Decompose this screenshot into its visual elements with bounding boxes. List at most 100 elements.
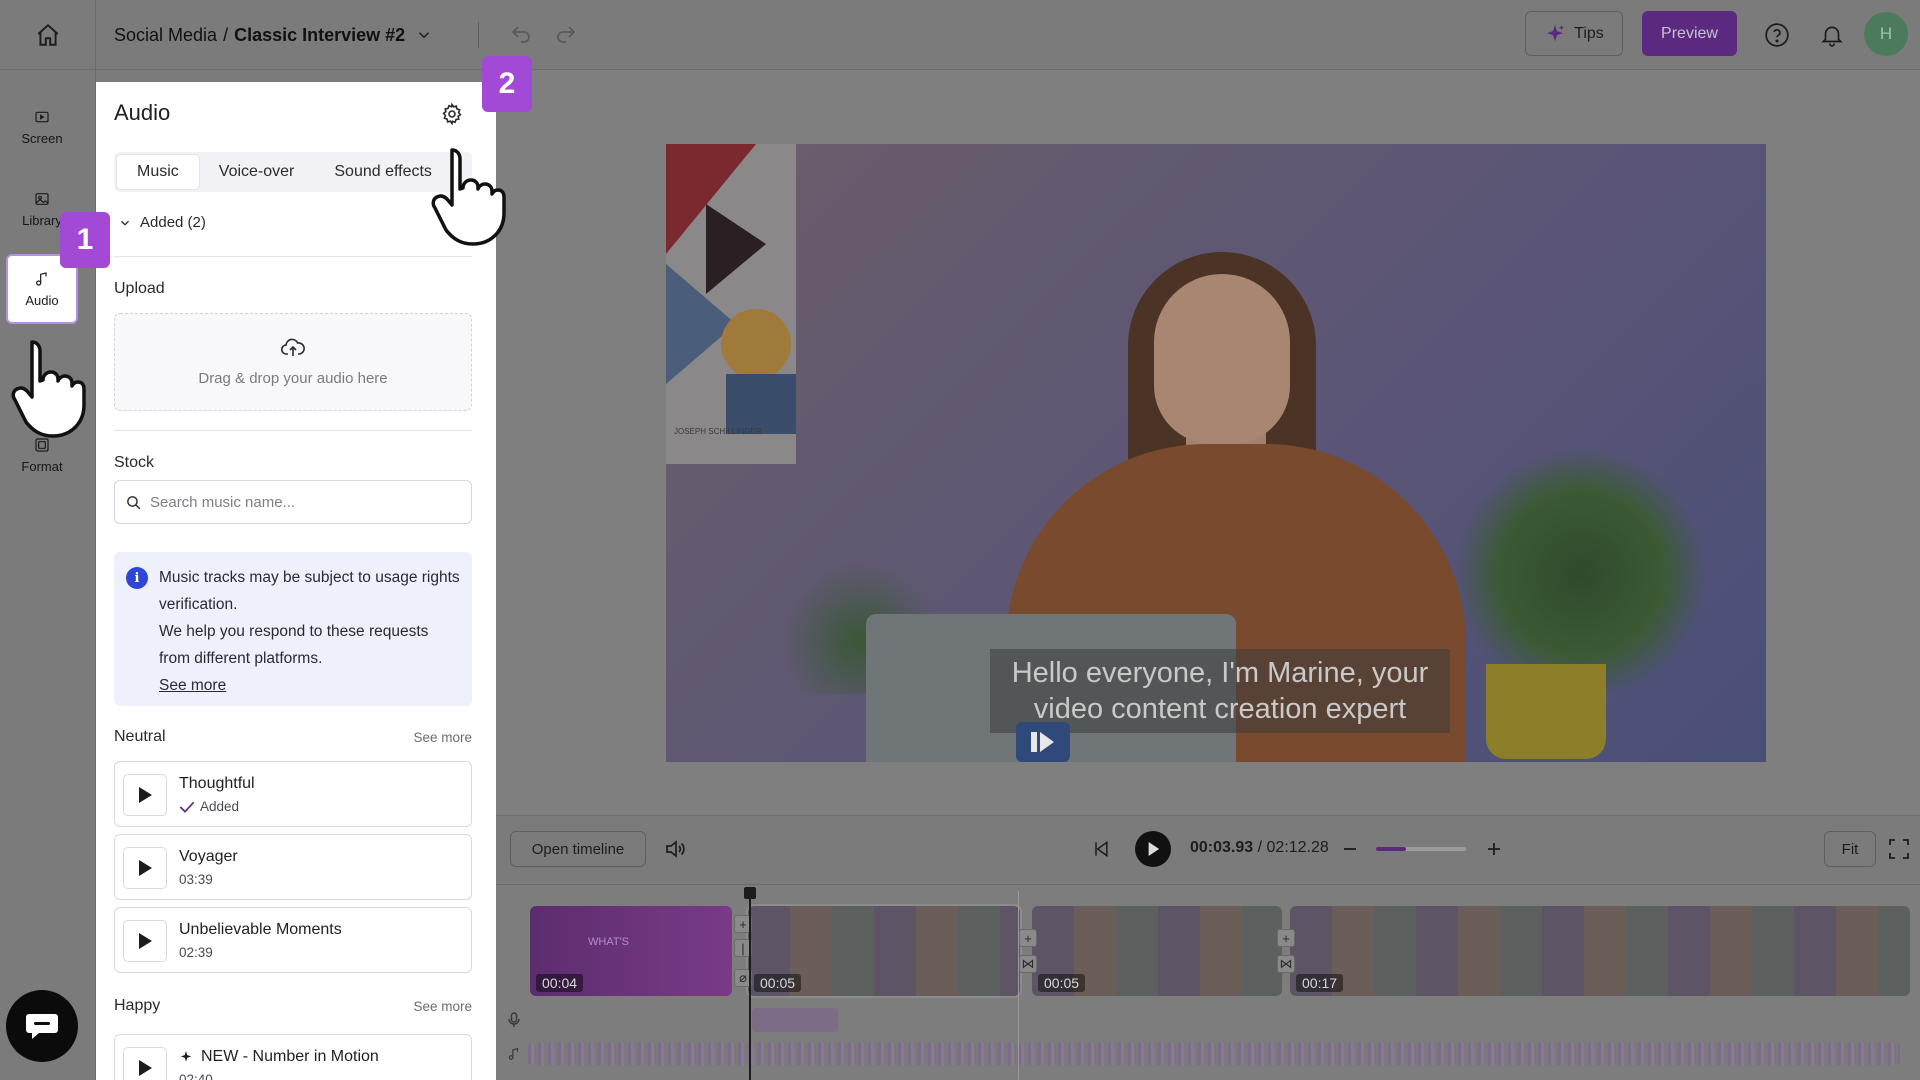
timeline-clip[interactable]: 00:05 <box>1032 906 1282 996</box>
playback-controls: Open timeline 00:03.93 / 02:12.28 Fit <box>496 815 1920 885</box>
project-parent: Social Media <box>114 24 218 45</box>
play-icon <box>139 933 152 949</box>
timeline-clip[interactable]: WHAT'S 00:04 <box>530 906 732 996</box>
zoom-out-button[interactable] <box>1336 834 1364 864</box>
group-name: Happy <box>114 997 161 1014</box>
music-search[interactable] <box>114 480 472 524</box>
fullscreen-button[interactable] <box>1884 834 1914 864</box>
zoom-slider[interactable] <box>1376 847 1466 851</box>
plant-pot <box>1486 664 1606 759</box>
track-play-button[interactable] <box>123 1047 167 1080</box>
notice-line-1: Music tracks may be subject to usage rig… <box>159 569 460 613</box>
bell-icon <box>1821 26 1843 47</box>
home-button[interactable] <box>0 0 96 70</box>
stock-label: Stock <box>114 454 155 471</box>
image-icon <box>35 192 49 205</box>
avatar[interactable]: H <box>1864 12 1908 56</box>
fit-button[interactable]: Fit <box>1824 831 1876 867</box>
add-transition-button[interactable]: + <box>1277 929 1295 947</box>
skip-back-icon <box>1095 840 1108 858</box>
music-note-icon <box>36 271 47 286</box>
plus-icon <box>1488 843 1500 855</box>
play-icon <box>139 787 152 803</box>
transition-icon[interactable]: ⋈ <box>1019 955 1037 973</box>
audio-settings-button[interactable] <box>436 98 468 130</box>
group-name: Neutral <box>114 728 166 745</box>
notifications-button[interactable] <box>1815 18 1849 52</box>
track-duration: 02:40 <box>179 1072 213 1080</box>
zoom-in-button[interactable] <box>1480 834 1508 864</box>
clip-duration: 00:17 <box>1296 974 1344 992</box>
add-transition-button[interactable]: + <box>1019 929 1037 947</box>
timeline-clip[interactable]: 00:17 <box>1290 906 1910 996</box>
total-time: 02:12.28 <box>1266 839 1329 856</box>
person-head <box>1154 274 1290 444</box>
video-preview[interactable]: JOSEPH SCHILLINGER Hello everyone, I'm M… <box>666 144 1766 762</box>
tab-voice-over[interactable]: Voice-over <box>199 155 315 189</box>
undo-button[interactable] <box>506 20 536 50</box>
transition-icon[interactable]: ⋈ <box>1277 955 1295 973</box>
skip-to-start-button[interactable] <box>1086 834 1116 864</box>
help-button[interactable] <box>1760 18 1794 52</box>
playhead[interactable] <box>749 891 751 1080</box>
chevron-down-icon <box>121 220 129 226</box>
voice-track-icon <box>506 1011 522 1029</box>
clip-duration: 00:04 <box>536 974 584 992</box>
music-note-icon <box>508 1048 519 1060</box>
track-item[interactable]: NEW - Number in Motion 02:40 <box>114 1034 472 1080</box>
audio-tabs: Music Voice-over Sound effects <box>114 152 472 192</box>
rail-label-screen: Screen <box>21 130 63 146</box>
track-name: NEW - Number in Motion <box>179 1048 379 1066</box>
help-circle-icon <box>1765 23 1789 47</box>
time-readout: 00:03.93 / 02:12.28 <box>1190 839 1329 857</box>
track-name: Unbelievable Moments <box>179 921 342 938</box>
sparkle-icon <box>180 1051 192 1062</box>
chat-support-button[interactable] <box>6 990 78 1062</box>
playhead-handle[interactable] <box>744 887 756 899</box>
track-play-button[interactable] <box>123 774 167 816</box>
search-icon <box>127 495 141 509</box>
project-breadcrumb[interactable]: Social Media / Classic Interview #2 <box>114 22 433 48</box>
dropzone-text: Drag & drop your audio here <box>198 369 388 387</box>
rail-item-screen[interactable]: Screen <box>6 92 78 162</box>
sparkle-icon <box>1546 24 1565 41</box>
added-toggle[interactable]: Added (2) <box>118 214 206 231</box>
track-status: Added <box>179 799 239 814</box>
rail-label-format: Format <box>21 458 63 474</box>
minus-icon <box>1344 848 1356 850</box>
open-timeline-button[interactable]: Open timeline <box>510 831 646 867</box>
divider <box>114 430 472 431</box>
clip-boundary-marker <box>1018 891 1019 1080</box>
group-see-more[interactable]: See more <box>413 730 472 745</box>
fullscreen-icon <box>1889 839 1909 859</box>
top-bar: Social Media / Classic Interview #2 Tips… <box>0 0 1920 70</box>
music-waveform[interactable] <box>528 1043 1900 1065</box>
track-item[interactable]: Voyager 03:39 <box>114 834 472 900</box>
notice-see-more-link[interactable]: See more <box>159 672 460 699</box>
volume-button[interactable] <box>660 834 690 864</box>
preview-button[interactable]: Preview <box>1642 11 1737 56</box>
track-item[interactable]: Unbelievable Moments 02:39 <box>114 907 472 973</box>
redo-button[interactable] <box>551 20 581 50</box>
tab-music[interactable]: Music <box>117 155 199 189</box>
pointing-hand-icon <box>431 148 506 246</box>
tips-button[interactable]: Tips <box>1525 11 1623 56</box>
pointing-hand-icon <box>11 340 86 438</box>
voiceover-clip[interactable] <box>752 1008 838 1032</box>
group-see-more[interactable]: See more <box>413 999 472 1014</box>
play-icon <box>1148 842 1160 856</box>
timeline-clip[interactable]: 00:05 <box>746 904 1022 998</box>
tutorial-step-badge: 1 <box>60 212 110 268</box>
track-name-text: NEW - Number in Motion <box>201 1048 379 1065</box>
audio-dropzone[interactable]: Drag & drop your audio here <box>114 313 472 411</box>
poster-artwork: JOSEPH SCHILLINGER <box>666 144 796 464</box>
track-item[interactable]: Thoughtful Added <box>114 761 472 827</box>
format-icon <box>35 437 49 452</box>
track-play-button[interactable] <box>123 847 167 889</box>
search-input[interactable] <box>150 493 460 511</box>
tips-label: Tips <box>1574 24 1604 42</box>
track-play-button[interactable] <box>123 920 167 962</box>
play-button[interactable] <box>1135 831 1171 867</box>
chevron-down-icon <box>419 32 430 39</box>
added-label: Added (2) <box>140 214 206 231</box>
